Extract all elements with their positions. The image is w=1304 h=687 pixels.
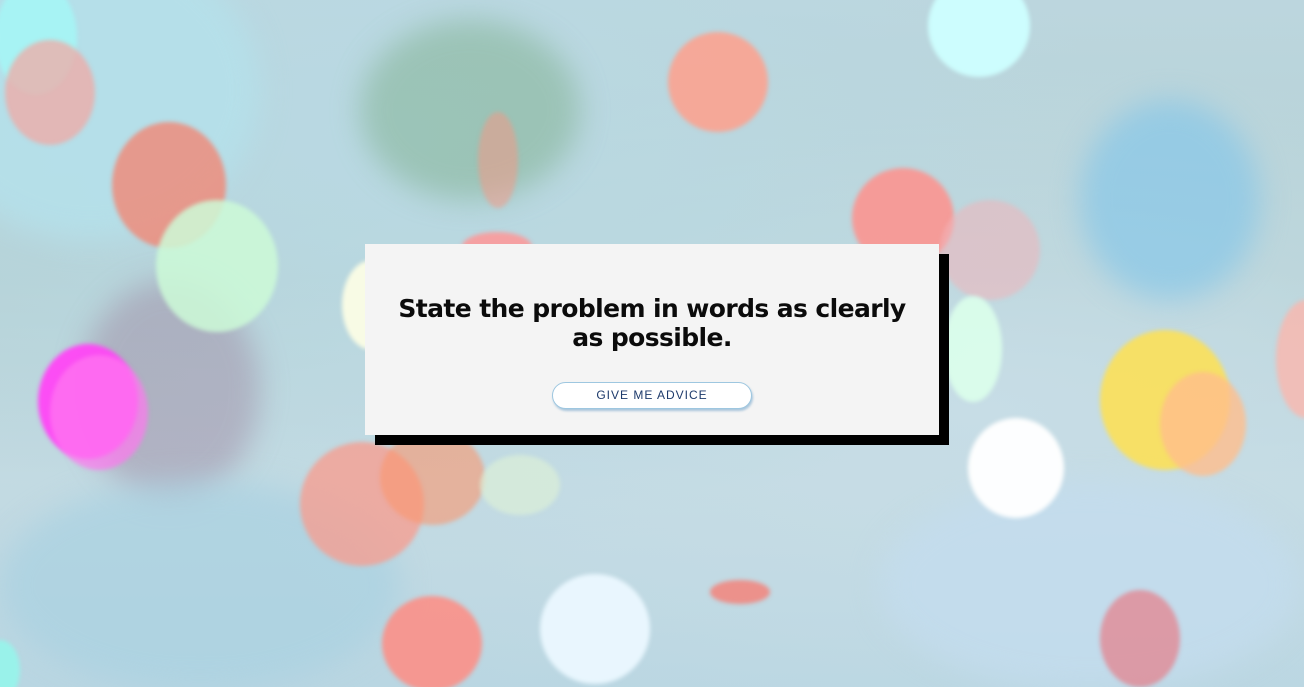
bokeh-circle [5,40,95,145]
bokeh-circle [0,640,20,687]
advice-card: State the problem in words as clearly as… [365,244,939,435]
bokeh-circle [1100,590,1180,687]
bokeh-circle [710,580,770,604]
bokeh-circle [480,455,560,515]
bokeh-circle [1160,372,1246,476]
advice-quote: State the problem in words as clearly as… [398,294,906,352]
bokeh-circle [668,32,768,132]
bokeh-circle [1276,300,1304,418]
bokeh-circle [928,0,1030,77]
bokeh-tone [360,20,580,200]
bokeh-circle [50,355,148,470]
bokeh-tone [880,480,1300,687]
bokeh-circle [156,200,278,332]
bokeh-circle [382,596,482,687]
bokeh-circle [540,574,650,684]
bokeh-tone [1080,100,1260,300]
bokeh-circle [940,200,1040,300]
bokeh-circle [478,112,518,208]
bokeh-circle [968,418,1064,518]
give-me-advice-button[interactable]: GIVE ME ADVICE [552,382,752,409]
bokeh-circle [944,296,1002,402]
